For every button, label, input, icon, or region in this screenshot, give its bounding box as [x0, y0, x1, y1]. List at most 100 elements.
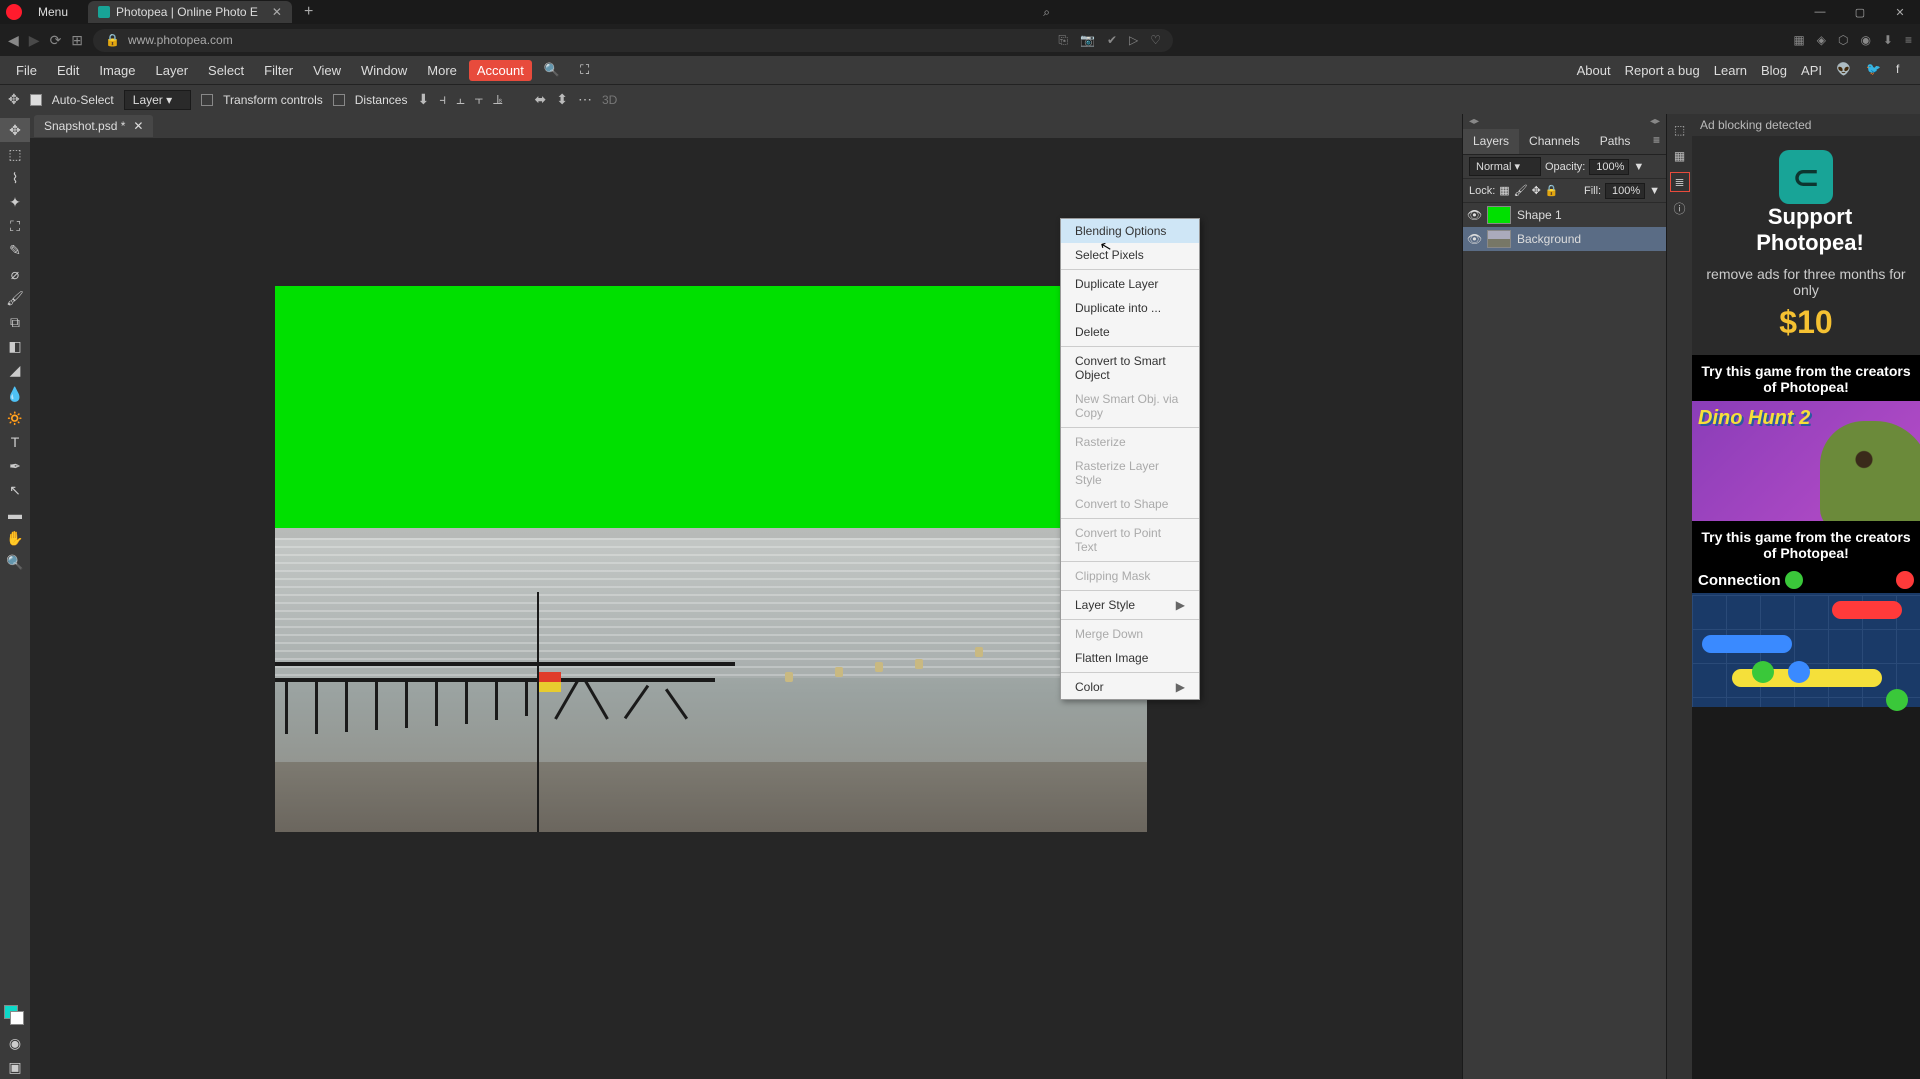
visibility-icon[interactable]: 👁 [1467, 208, 1481, 222]
ctx-duplicate-layer[interactable]: Duplicate Layer [1061, 272, 1199, 296]
dino-ad[interactable]: Try this game from the creators of Photo… [1692, 355, 1920, 521]
browser-tab[interactable]: Photopea | Online Photo E ✕ [88, 1, 292, 23]
menu-select[interactable]: Select [200, 59, 252, 82]
ctx-delete[interactable]: Delete [1061, 320, 1199, 344]
lock-trans-icon[interactable]: ▦ [1499, 184, 1509, 197]
swatches-icon[interactable]: ▦ [1670, 146, 1690, 166]
easy-setup-icon[interactable]: ≡ [1905, 33, 1912, 47]
reload-button[interactable]: ⟳ [50, 32, 62, 49]
translate-icon[interactable]: ⎘ [1058, 33, 1068, 48]
close-window-button[interactable]: ✕ [1880, 6, 1920, 19]
distribute-h-icon[interactable]: ⬌ [535, 91, 547, 108]
twitter-icon[interactable]: 🐦 [1866, 62, 1882, 78]
screen-mode-icon[interactable]: ▣ [0, 1055, 30, 1079]
download-icon[interactable]: ⬇ [1883, 33, 1893, 47]
history-icon[interactable]: ⬚ [1670, 120, 1690, 140]
clone-tool[interactable]: ⧉ [0, 310, 30, 334]
tab-channels[interactable]: Channels [1519, 129, 1590, 154]
distances-checkbox[interactable] [333, 94, 345, 106]
layer-name[interactable]: Shape 1 [1517, 208, 1562, 222]
visibility-icon[interactable]: 👁 [1467, 232, 1481, 246]
layer-thumbnail[interactable] [1487, 230, 1511, 248]
menu-layer[interactable]: Layer [148, 59, 197, 82]
lock-paint-icon[interactable]: 🖌 [1514, 184, 1528, 197]
ctx-duplicate-into-[interactable]: Duplicate into ... [1061, 296, 1199, 320]
three-d-label[interactable]: 3D [602, 93, 617, 107]
shield-icon[interactable]: ✔ [1107, 33, 1117, 48]
link-about[interactable]: About [1577, 63, 1611, 78]
layer-row[interactable]: 👁 Background [1463, 227, 1666, 251]
download-icon[interactable]: ⬇ [417, 91, 429, 108]
menu-account[interactable]: Account [469, 60, 532, 81]
speed-dial-icon[interactable]: ⊞ [71, 32, 83, 49]
forward-button[interactable]: ▶ [29, 32, 40, 49]
maximize-button[interactable]: ▢ [1840, 6, 1880, 19]
crop-tool[interactable]: ⛶ [0, 214, 30, 238]
new-tab-button[interactable]: + [304, 3, 313, 21]
menu-view[interactable]: View [305, 59, 349, 82]
ctx-color[interactable]: Color▶ [1061, 675, 1199, 699]
pen-tool[interactable]: ✒ [0, 454, 30, 478]
auto-select-target[interactable]: Layer ▾ [124, 90, 191, 110]
color-swatches[interactable] [0, 1005, 30, 1025]
brush-tool[interactable]: 🖌 [0, 286, 30, 310]
bookmark-icon[interactable]: ▷ [1129, 33, 1138, 48]
support-ad[interactable]: ⊂ Support Photopea! remove ads for three… [1692, 136, 1920, 355]
heal-tool[interactable]: ⌀ [0, 262, 30, 286]
url-input[interactable]: 🔒 www.photopea.com ⎘ 📷 ✔ ▷ ♡ [93, 29, 1173, 52]
eyedropper-tool[interactable]: ✎ [0, 238, 30, 262]
gradient-tool[interactable]: ◢ [0, 358, 30, 382]
tab-paths[interactable]: Paths [1590, 129, 1641, 154]
background-color[interactable] [10, 1011, 24, 1025]
panel-menu-icon[interactable]: ≡ [1647, 129, 1666, 154]
distribute-v-icon[interactable]: ⬍ [556, 91, 568, 108]
ctx-convert-to-smart-object[interactable]: Convert to Smart Object [1061, 349, 1199, 387]
type-tool[interactable]: T [0, 430, 30, 454]
titlebar-search-icon[interactable]: ⌕ [1043, 5, 1050, 20]
canvas[interactable] [275, 286, 1147, 832]
menu-edit[interactable]: Edit [49, 59, 87, 82]
menu-file[interactable]: File [8, 59, 45, 82]
close-tab-icon[interactable]: ✕ [133, 119, 143, 133]
browser-menu-button[interactable]: Menu [28, 5, 78, 19]
lock-all-icon[interactable]: 🔒 [1545, 184, 1559, 197]
layer-name[interactable]: Background [1517, 232, 1581, 246]
dodge-tool[interactable]: 🔅 [0, 406, 30, 430]
reddit-icon[interactable]: 👽 [1836, 62, 1852, 78]
layer-thumbnail[interactable] [1487, 206, 1511, 224]
facebook-icon[interactable]: f [1896, 62, 1912, 78]
ctx-flatten-image[interactable]: Flatten Image [1061, 646, 1199, 670]
profile-icon[interactable]: ◉ [1860, 33, 1870, 47]
canvas-viewport[interactable] [30, 138, 1462, 1079]
path-tool[interactable]: ↖ [0, 478, 30, 502]
quick-mask-icon[interactable]: ◉ [0, 1031, 30, 1055]
link-report-bug[interactable]: Report a bug [1625, 63, 1700, 78]
wand-tool[interactable]: ✦ [0, 190, 30, 214]
align-left-icon[interactable]: ⫞ [439, 91, 446, 108]
info-icon[interactable]: ⓘ [1670, 198, 1690, 218]
blend-mode-select[interactable]: Normal ▾ [1469, 157, 1541, 176]
ctx-blending-options[interactable]: Blending Options [1061, 219, 1199, 243]
tab-close-icon[interactable]: ✕ [272, 5, 282, 19]
opacity-dropdown-icon[interactable]: ▼ [1633, 161, 1644, 173]
extension-icon[interactable]: ◈ [1817, 33, 1826, 47]
auto-select-checkbox[interactable] [30, 94, 42, 106]
link-api[interactable]: API [1801, 63, 1822, 78]
ctx-select-pixels[interactable]: Select Pixels [1061, 243, 1199, 267]
vpn-icon[interactable]: ⬡ [1838, 33, 1848, 47]
more-align-icon[interactable]: ⋯ [578, 91, 592, 108]
fullscreen-icon[interactable]: ⛶ [572, 58, 597, 82]
fill-dropdown-icon[interactable]: ▼ [1649, 185, 1660, 197]
zoom-tool[interactable]: 🔍 [0, 550, 30, 574]
camera-icon[interactable]: 📷 [1080, 33, 1095, 48]
layer-row[interactable]: 👁 Shape 1 [1463, 203, 1666, 227]
link-blog[interactable]: Blog [1761, 63, 1787, 78]
rect-tool[interactable]: ▬ [0, 502, 30, 526]
connection-ad[interactable]: Try this game from the creators of Photo… [1692, 521, 1920, 707]
align-right-icon[interactable]: ⫟ [475, 91, 483, 108]
back-button[interactable]: ◀ [8, 32, 19, 49]
document-tab[interactable]: Snapshot.psd * ✕ [34, 115, 153, 137]
eraser-tool[interactable]: ◧ [0, 334, 30, 358]
ctx-layer-style[interactable]: Layer Style▶ [1061, 593, 1199, 617]
minimize-button[interactable]: — [1800, 6, 1840, 19]
